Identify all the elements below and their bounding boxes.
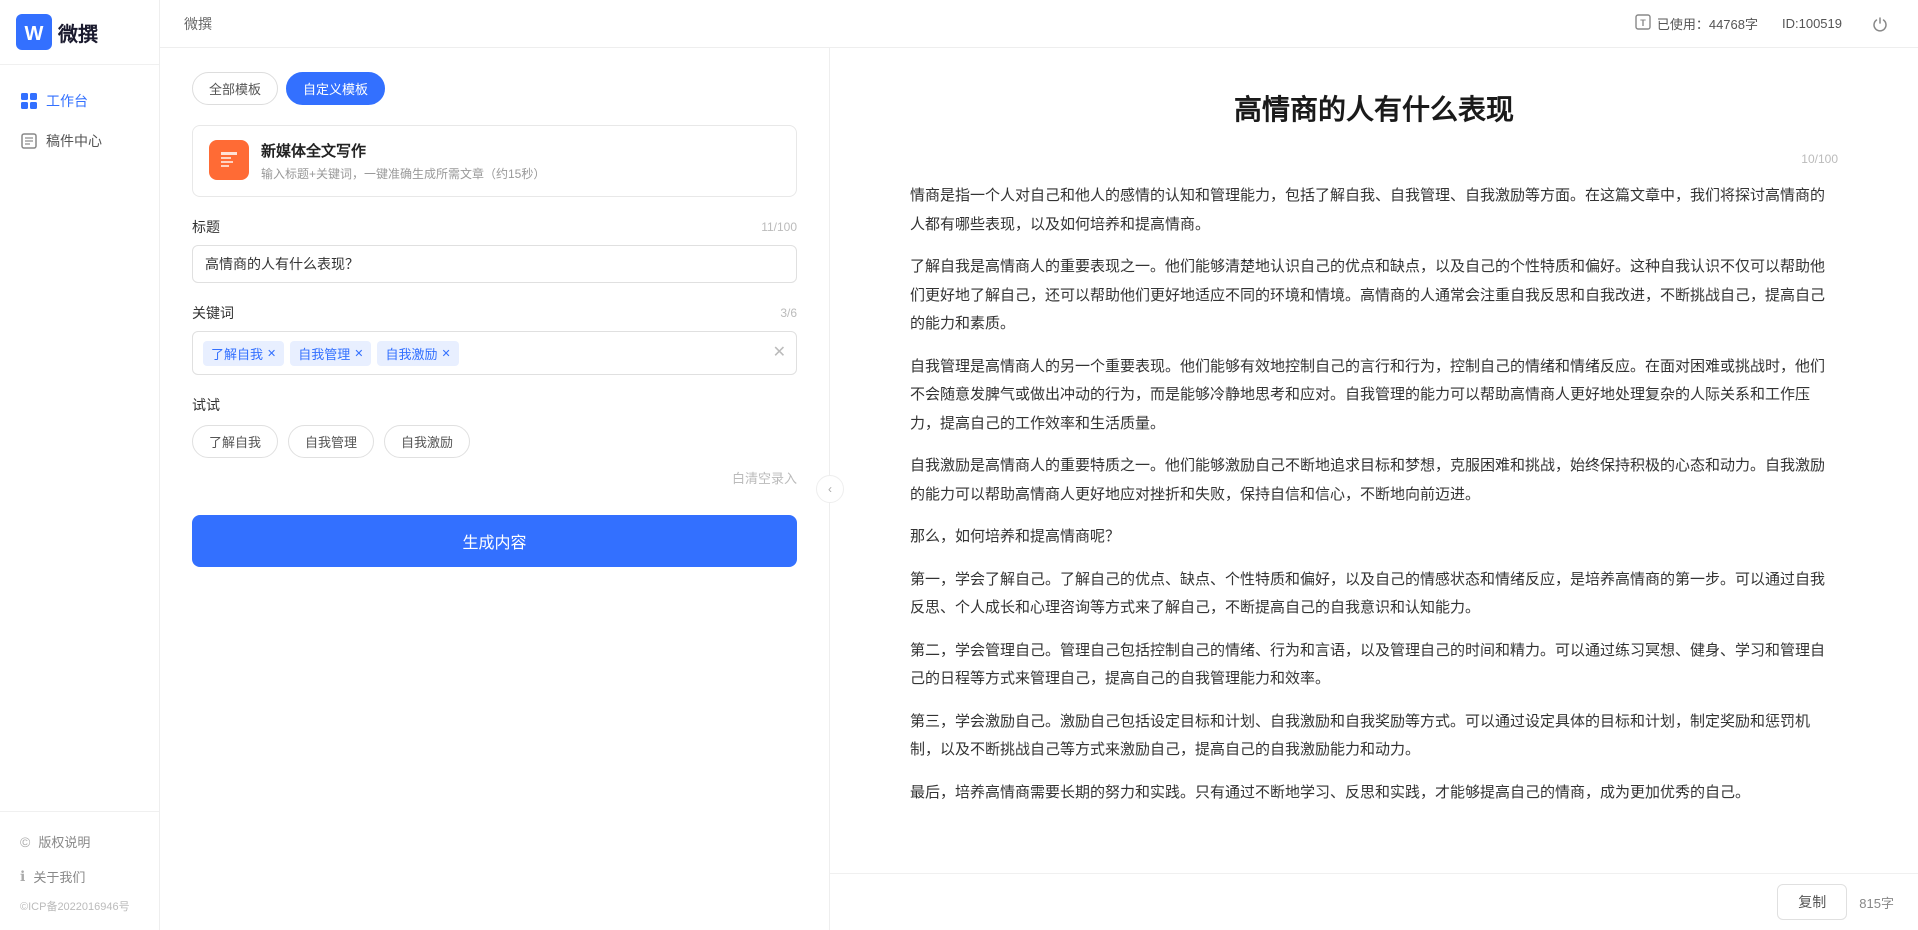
article-paragraph: 自我激励是高情商人的重要特质之一。他们能够激励自己不断地追求目标和梦想，克服困难… [910,452,1838,509]
article-paragraph: 最后，培养高情商需要长期的努力和实践。只有通过不断地学习、反思和实践，才能够提高… [910,779,1838,808]
article-title: 高情商的人有什么表现 [910,88,1838,128]
sidebar-footer: © 版权说明 ℹ 关于我们 ©ICP备2022016946号 [0,811,159,930]
power-button[interactable] [1866,10,1894,38]
keywords-label: 关键词 [192,303,234,323]
article-paragraph: 自我管理是高情商人的另一个重要表现。他们能够有效地控制自己的言行和行为，控制自己… [910,353,1838,439]
title-label: 标题 [192,217,220,237]
drafts-icon [20,132,38,150]
article-counter: 10/100 [910,152,1838,166]
template-card-icon [209,140,249,180]
template-card-desc: 输入标题+关键词，一键准确生成所需文章（约15秒） [261,165,545,182]
keywords-clear-btn[interactable]: ✕ [773,345,786,361]
trial-tag-1[interactable]: 自我管理 [288,425,374,458]
trial-tags: 了解自我 自我管理 自我激励 [192,425,797,458]
right-panel: 高情商的人有什么表现 10/100 情商是指一个人对自己和他人的感情的认知和管理… [830,48,1918,930]
article-content: 高情商的人有什么表现 10/100 情商是指一个人对自己和他人的感情的认知和管理… [830,48,1918,873]
left-panel: 全部模板 自定义模板 新媒体全文写作 输入标题+关键词，一键准确生成所需文章（约… [160,48,830,930]
info-icon: ℹ [20,868,25,885]
workspace-icon [20,92,38,110]
icp-text: ©ICP备2022016946号 [0,894,159,922]
usage-info: T 已使用：44768字 [1635,14,1758,33]
right-panel-footer: 复制 815字 [830,873,1918,930]
title-section: 标题 11/100 [192,217,797,283]
logo-text: 微撰 [58,18,98,47]
template-card-info: 新媒体全文写作 输入标题+关键词，一键准确生成所需文章（约15秒） [261,140,545,182]
usage-text: 已使用：44768字 [1657,14,1758,33]
svg-text:T: T [1640,18,1646,28]
body-area: 全部模板 自定义模板 新媒体全文写作 输入标题+关键词，一键准确生成所需文章（约… [160,48,1918,930]
tabs-row: 全部模板 自定义模板 [192,72,797,105]
trial-tag-2[interactable]: 自我激励 [384,425,470,458]
generate-button[interactable]: 生成内容 [192,515,797,567]
keyword-tag-1-text: 自我管理 [298,344,350,363]
article-paragraph: 那么，如何培养和提高情商呢？ [910,523,1838,552]
sidebar-footer-about[interactable]: ℹ 关于我们 [0,859,159,894]
title-input[interactable] [192,245,797,283]
keyword-tag-0-text: 了解自我 [211,344,263,363]
topbar-right: T 已使用：44768字 ID:100519 [1635,10,1894,38]
sidebar-nav: 工作台 稿件中心 [0,65,159,811]
copy-button[interactable]: 复制 [1777,884,1847,920]
sidebar: W 微撰 工作台 [0,0,160,930]
sidebar-item-workspace[interactable]: 工作台 [0,81,159,121]
keywords-box[interactable]: 了解自我 ✕ 自我管理 ✕ 自我激励 ✕ ✕ [192,331,797,375]
keyword-tag-0: 了解自我 ✕ [203,341,284,366]
sidebar-item-workspace-label: 工作台 [46,91,88,111]
about-label: 关于我们 [33,867,85,886]
word-count: 815字 [1859,893,1894,912]
trial-label: 试试 [192,395,797,415]
title-label-row: 标题 11/100 [192,217,797,237]
tab-all-templates[interactable]: 全部模板 [192,72,278,105]
topbar: 微撰 T 已使用：44768字 ID:100519 [160,0,1918,48]
trial-section: 试试 了解自我 自我管理 自我激励 白清空录入 [192,395,797,487]
svg-text:W: W [25,23,44,45]
keyword-tag-1: 自我管理 ✕ [290,341,371,366]
copyright-icon: © [20,834,30,850]
template-card[interactable]: 新媒体全文写作 输入标题+关键词，一键准确生成所需文章（约15秒） [192,125,797,197]
title-counter: 11/100 [761,220,797,234]
article-paragraph: 第二，学会管理自己。管理自己包括控制自己的情绪、行为和言语，以及管理自己的时间和… [910,637,1838,694]
tab-custom-templates[interactable]: 自定义模板 [286,72,385,105]
usage-icon: T [1635,14,1651,33]
keyword-tag-2: 自我激励 ✕ [377,341,458,366]
copyright-label: 版权说明 [38,832,90,851]
article-paragraph: 情商是指一个人对自己和他人的感情的认知和管理能力，包括了解自我、自我管理、自我激… [910,182,1838,239]
keywords-counter: 3/6 [780,306,797,320]
keyword-tag-1-close[interactable]: ✕ [354,347,363,360]
sidebar-logo: W 微撰 [0,0,159,65]
keyword-tag-0-close[interactable]: ✕ [267,347,276,360]
logo-icon: W [16,14,52,50]
article-paragraph: 了解自我是高情商人的重要表现之一。他们能够清楚地认识自己的优点和缺点，以及自己的… [910,253,1838,339]
keyword-tag-2-close[interactable]: ✕ [441,347,450,360]
article-paragraph: 第一，学会了解自己。了解自己的优点、缺点、个性特质和偏好，以及自己的情感状态和情… [910,566,1838,623]
article-body: 情商是指一个人对自己和他人的感情的认知和管理能力，包括了解自我、自我管理、自我激… [910,182,1838,807]
main-content: 微撰 T 已使用：44768字 ID:100519 [160,0,1918,930]
id-info: ID:100519 [1782,16,1842,31]
keywords-label-row: 关键词 3/6 [192,303,797,323]
sidebar-footer-copyright[interactable]: © 版权说明 [0,824,159,859]
collapse-arrow-btn[interactable]: ‹ [816,475,844,503]
sidebar-item-drafts-label: 稿件中心 [46,131,102,151]
keyword-tag-2-text: 自我激励 [385,344,437,363]
sidebar-item-drafts[interactable]: 稿件中心 [0,121,159,161]
trial-tag-0[interactable]: 了解自我 [192,425,278,458]
trial-clear-link[interactable]: 白清空录入 [192,468,797,487]
keywords-section: 关键词 3/6 了解自我 ✕ 自我管理 ✕ 自我激励 ✕ [192,303,797,375]
article-paragraph: 第三，学会激励自己。激励自己包括设定目标和计划、自我激励和自我奖励等方式。可以通… [910,708,1838,765]
topbar-title: 微撰 [184,14,212,34]
template-card-title: 新媒体全文写作 [261,140,545,161]
